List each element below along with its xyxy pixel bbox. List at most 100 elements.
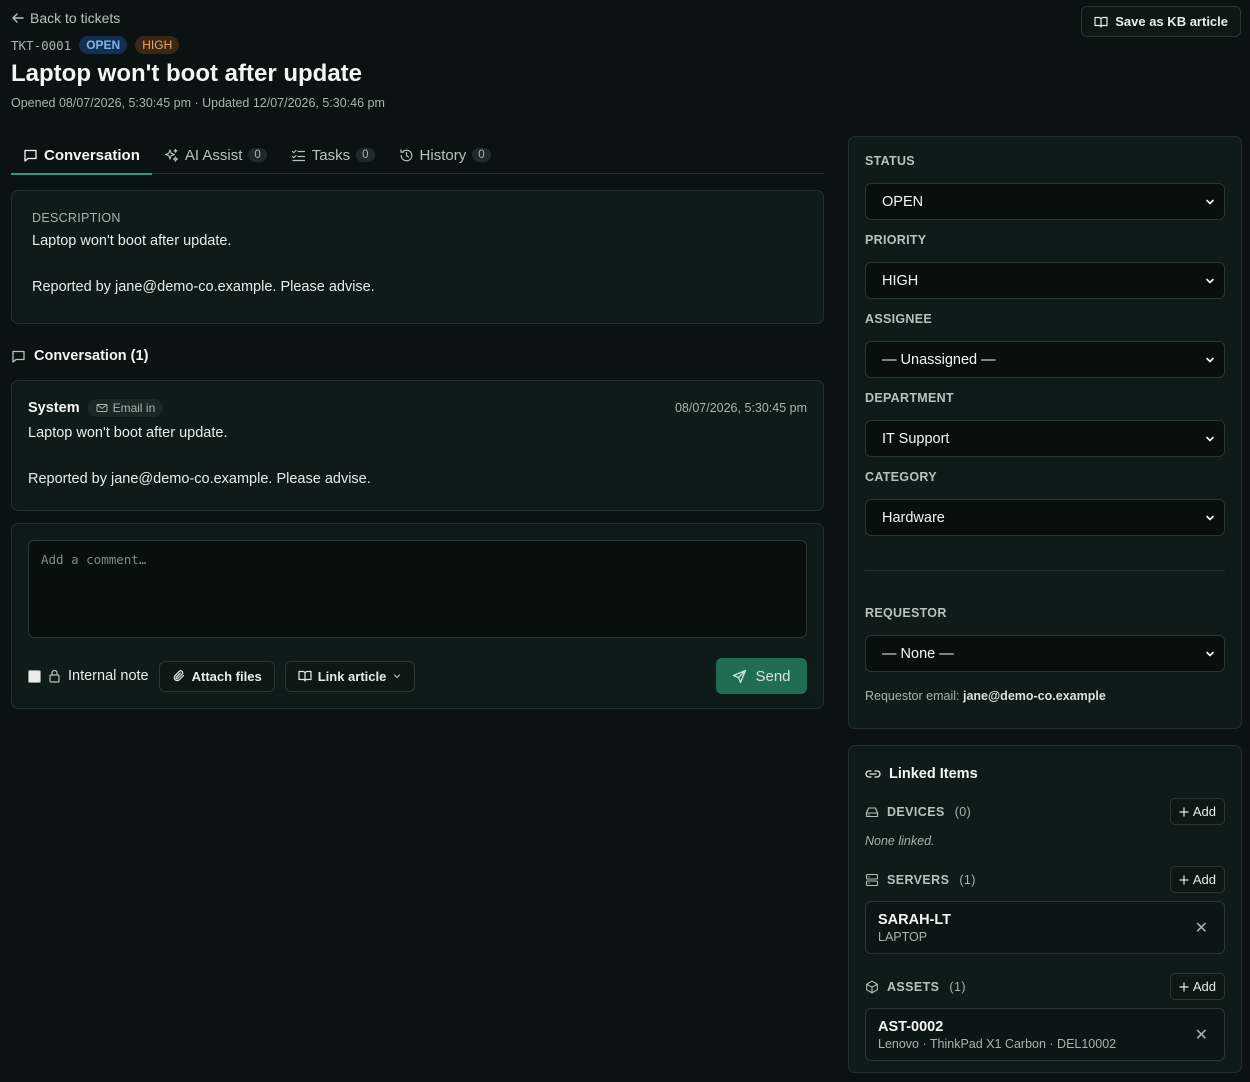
devices-label: DEVICES: [887, 804, 945, 819]
linked-items-title: Linked Items: [865, 766, 1225, 782]
hard-drive-icon: [865, 805, 879, 819]
assignee-label: ASSIGNEE: [865, 312, 932, 326]
servers-section-head: SERVERS (1) Add: [865, 866, 1225, 893]
conversation-message: System Email in 08/07/2026, 5:30:45 pm L…: [11, 380, 824, 511]
book-open-icon: [1094, 15, 1108, 29]
description-label: DESCRIPTION: [32, 211, 121, 225]
add-device-button[interactable]: Add: [1169, 798, 1225, 825]
list-checks-icon: [291, 148, 306, 163]
add-label: Add: [1192, 979, 1216, 994]
add-label: Add: [1192, 872, 1216, 887]
select-value: — None —: [882, 645, 954, 662]
priority-label: PRIORITY: [865, 233, 927, 247]
arrow-left-icon: [11, 11, 25, 25]
linked-server-item[interactable]: SARAH-LT LAPTOP ✕: [865, 901, 1225, 954]
add-asset-button[interactable]: Add: [1169, 973, 1225, 1000]
priority-badge: HIGH: [135, 36, 180, 54]
comment-input[interactable]: Add a comment…: [28, 540, 807, 638]
attach-files-button[interactable]: Attach files: [158, 660, 275, 692]
requestor-field: REQUESTOR — None —: [865, 606, 1225, 672]
requestor-select[interactable]: — None —: [865, 635, 1225, 672]
priority-field: PRIORITY HIGH: [865, 233, 1225, 299]
devices-count: (0): [954, 804, 972, 819]
message-square-icon: [11, 349, 26, 364]
message-line-1: Laptop won't boot after update.: [28, 425, 228, 441]
message-header: System Email in 08/07/2026, 5:30:45 pm: [28, 399, 807, 417]
tab-count: 0: [356, 148, 375, 162]
comment-composer: Add a comment… Internal note Attach file…: [11, 523, 824, 709]
servers-section-name: SERVERS (1): [865, 873, 976, 887]
devices-section-name: DEVICES (0): [865, 805, 971, 819]
internal-note-toggle[interactable]: Internal note: [28, 668, 149, 684]
send-button[interactable]: Send: [716, 658, 807, 694]
conversation-heading-label: Conversation (1): [34, 348, 149, 364]
close-icon[interactable]: ✕: [1191, 1025, 1212, 1045]
department-label: DEPARTMENT: [865, 391, 954, 405]
message-line-2: Reported by jane@demo-co.example. Please…: [28, 471, 371, 487]
linked-item-text: AST-0002 Lenovo · ThinkPad X1 Carbon · D…: [878, 1019, 1116, 1051]
linked-items-panel: Linked Items DEVICES (0) Add None linked…: [848, 745, 1242, 1073]
linked-items-title-label: Linked Items: [889, 766, 978, 782]
chevron-down-icon: [392, 671, 402, 681]
linked-asset-item[interactable]: AST-0002 Lenovo · ThinkPad X1 Carbon · D…: [865, 1008, 1225, 1061]
sparkles-icon: [164, 148, 179, 163]
tab-label: History: [419, 146, 467, 164]
priority-select[interactable]: HIGH: [865, 262, 1225, 299]
send-icon: [732, 669, 747, 684]
kb-button-label: Save as KB article: [1115, 14, 1228, 29]
status-badge: OPEN: [79, 36, 128, 54]
tab-tasks[interactable]: Tasks 0: [279, 136, 387, 174]
link-icon: [865, 767, 881, 781]
link-article-button[interactable]: Link article: [284, 660, 416, 692]
ticket-dates: Opened 08/07/2026, 5:30:45 pm · Updated …: [11, 96, 385, 110]
ticket-meta-row: TKT-0001 OPEN HIGH: [11, 36, 180, 54]
ticket-properties-panel: STATUS OPEN PRIORITY HIGH ASSIGNEE — Una…: [848, 136, 1242, 729]
servers-count: (1): [959, 872, 976, 887]
history-icon: [399, 148, 414, 163]
chevron-down-icon: [1204, 196, 1216, 208]
tab-count: 0: [472, 148, 491, 162]
category-field: CATEGORY Hardware: [865, 470, 1225, 536]
tab-ai-assist[interactable]: AI Assist 0: [152, 136, 279, 174]
assignee-select[interactable]: — Unassigned —: [865, 341, 1225, 378]
department-select[interactable]: IT Support: [865, 420, 1225, 457]
plus-icon: [1179, 806, 1189, 817]
chevron-down-icon: [1204, 512, 1216, 524]
back-label: Back to tickets: [30, 10, 121, 26]
channel-label: Email in: [112, 401, 156, 415]
assets-count: (1): [949, 979, 966, 994]
tab-history[interactable]: History 0: [387, 136, 503, 174]
description-card: DESCRIPTION Laptop won't boot after upda…: [11, 190, 824, 324]
page-title: Laptop won't boot after update: [11, 60, 362, 87]
plus-icon: [1179, 981, 1189, 992]
category-select[interactable]: Hardware: [865, 499, 1225, 536]
package-icon: [865, 980, 879, 994]
close-icon[interactable]: ✕: [1191, 918, 1212, 938]
category-label: CATEGORY: [865, 470, 937, 484]
add-server-button[interactable]: Add: [1169, 866, 1225, 893]
assets-label: ASSETS: [887, 979, 940, 994]
select-value: OPEN: [882, 193, 924, 210]
internal-note-checkbox[interactable]: [28, 669, 41, 683]
linked-item-text: SARAH-LT LAPTOP: [878, 912, 951, 944]
chevron-down-icon: [1204, 275, 1216, 287]
internal-note-label: Internal note: [68, 668, 149, 684]
select-value: — Unassigned —: [882, 351, 996, 368]
status-select[interactable]: OPEN: [865, 183, 1225, 220]
select-value: IT Support: [882, 430, 950, 447]
tab-conversation[interactable]: Conversation: [11, 136, 152, 175]
comment-actions: Internal note Attach files Link article …: [28, 658, 807, 694]
server-icon: [865, 873, 879, 887]
save-as-kb-article-button[interactable]: Save as KB article: [1081, 6, 1241, 37]
linked-item-name: SARAH-LT: [878, 911, 952, 928]
assignee-field: ASSIGNEE — Unassigned —: [865, 312, 1225, 378]
plus-icon: [1179, 874, 1189, 885]
requestor-email: Requestor email: jane@demo-co.example: [865, 689, 1225, 703]
back-to-tickets-link[interactable]: Back to tickets: [11, 10, 120, 26]
ticket-id: TKT-0001: [11, 37, 72, 53]
status-field: STATUS OPEN: [865, 154, 1225, 220]
assets-section-name: ASSETS (1): [865, 980, 966, 994]
devices-empty: None linked.: [865, 834, 935, 848]
message-author: System: [28, 400, 80, 416]
department-field: DEPARTMENT IT Support: [865, 391, 1225, 457]
